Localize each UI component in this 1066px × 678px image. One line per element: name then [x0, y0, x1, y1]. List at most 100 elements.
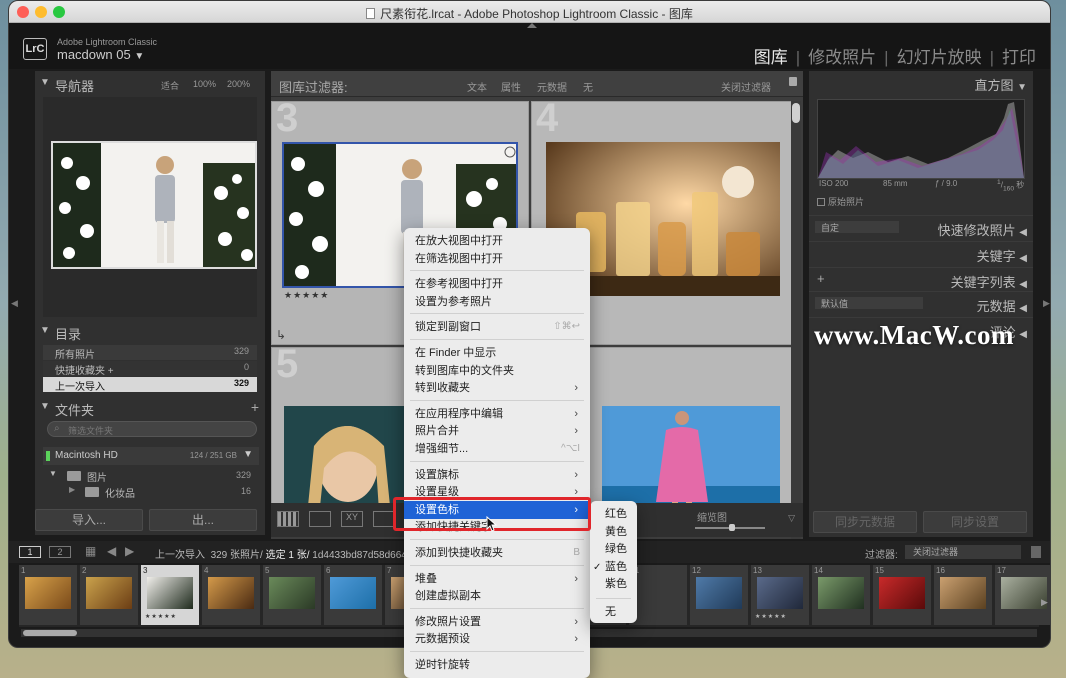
keyword-list-header[interactable]: + 关键字列表 ◀	[809, 267, 1033, 290]
secondary-window-button[interactable]: 2	[49, 546, 71, 558]
folders-header[interactable]: ▼ 文件夹 +	[35, 399, 265, 419]
lock-icon[interactable]	[789, 77, 797, 86]
quick-develop-preset-select[interactable]: 自定	[815, 221, 899, 233]
filter-preset-select[interactable]: 关闭过滤器	[905, 545, 1021, 559]
filmstrip-thumbnail[interactable]: 11	[629, 565, 687, 625]
filter-text-option[interactable]: 文本	[467, 79, 487, 94]
catalog-item-quick-collection[interactable]: 快捷收藏夹 + 0	[43, 361, 257, 377]
context-menu-item[interactable]: 堆叠 ›	[404, 570, 590, 588]
filmstrip-thumbnail[interactable]: 14	[812, 565, 870, 625]
context-menu-item[interactable]: 逆时针旋转	[404, 656, 590, 674]
add-keyword-button[interactable]: +	[817, 271, 825, 286]
context-menu-item[interactable]: 设置旗标 ›	[404, 466, 590, 484]
context-menu-item[interactable]: 转到收藏夹 ›	[404, 379, 590, 397]
context-menu-item[interactable]: 在参考视图中打开	[404, 275, 590, 293]
filmstrip-thumbnail[interactable]: 12	[690, 565, 748, 625]
forward-arrow-icon[interactable]: ▶	[125, 544, 134, 558]
quick-develop-header[interactable]: 自定 快速修改照片 ◀	[809, 215, 1033, 238]
catalog-item-all-photos[interactable]: 所有照片 329	[43, 345, 257, 361]
context-menu-item[interactable]: 照片合并 ›	[404, 422, 590, 440]
module-print[interactable]: 打印	[1002, 43, 1036, 68]
navigator-preview[interactable]	[51, 141, 257, 269]
color-label-option[interactable]: 红色	[590, 506, 637, 523]
context-menu-item[interactable]: 增强细节... ^⌥I	[404, 440, 590, 458]
original-photo-toggle[interactable]: 原始照片	[817, 195, 1017, 207]
filter-switch-icon[interactable]	[1031, 546, 1041, 558]
metadata-header[interactable]: 默认值 元数据 ◀	[809, 291, 1033, 314]
color-label-option[interactable]: 紫色	[590, 576, 637, 593]
add-folder-button[interactable]: +	[251, 399, 259, 415]
metadata-preset-select[interactable]: 默认值	[815, 297, 923, 309]
loupe-view-icon[interactable]	[309, 511, 331, 527]
filmstrip-thumbnail[interactable]: 13 ★★★★★	[751, 565, 809, 625]
histogram-chart[interactable]	[817, 99, 1025, 179]
close-filter-select[interactable]: 关闭过滤器	[721, 79, 771, 94]
thumbnail-size-slider[interactable]	[695, 524, 765, 531]
filmstrip-scroll-right-icon[interactable]: ▶	[1041, 597, 1048, 608]
export-button[interactable]: 出...	[149, 509, 257, 531]
back-arrow-icon[interactable]: ◀	[107, 544, 116, 558]
toolbar-menu-icon[interactable]: ▽	[788, 513, 795, 524]
keywording-header[interactable]: 关键字 ◀	[809, 241, 1033, 264]
scrollbar-thumb[interactable]	[792, 103, 800, 123]
zoom-200-option[interactable]: 200%	[227, 79, 250, 89]
catalog-item-previous-import[interactable]: 上一次导入 329	[43, 377, 257, 393]
sync-metadata-button[interactable]: 同步元数据	[813, 511, 917, 533]
filmstrip-thumbnail[interactable]: 17	[995, 565, 1050, 625]
filmstrip-thumbnail[interactable]: 3 ★★★★★	[141, 565, 199, 625]
color-label-option[interactable]: 绿色	[590, 541, 637, 558]
compare-view-icon[interactable]: XY	[341, 511, 363, 527]
filmstrip-thumbnail[interactable]: 5	[263, 565, 321, 625]
filmstrip-thumbnail[interactable]: 2	[80, 565, 138, 625]
context-menu-item[interactable]: 设置为参考照片	[404, 293, 590, 311]
filmstrip-thumbnail[interactable]: 16	[934, 565, 992, 625]
survey-view-icon[interactable]	[373, 511, 395, 527]
catalog-name[interactable]: macdown 05 ▼	[57, 47, 144, 62]
context-menu-item[interactable]: 在筛选视图中打开	[404, 250, 590, 268]
color-label-option[interactable]: 无	[590, 604, 637, 621]
catalog-header[interactable]: ▼ 目录	[35, 323, 265, 343]
grid-icon[interactable]: ▦	[85, 544, 96, 558]
context-menu-item[interactable]: 创建虚拟副本	[404, 587, 590, 605]
color-label-option[interactable]: ✓ 蓝色	[590, 559, 637, 576]
context-menu-item[interactable]: 在 Finder 中显示	[404, 344, 590, 362]
module-slideshow[interactable]: 幻灯片放映	[897, 43, 982, 68]
grid-view-icon[interactable]	[277, 511, 299, 527]
module-develop[interactable]: 修改照片	[808, 43, 876, 68]
histogram-header[interactable]: 直方图 ▼	[809, 75, 1033, 95]
zoom-100-option[interactable]: 100%	[193, 79, 216, 89]
navigator-header[interactable]: ▼ 导航器 适合 100% 200%	[35, 75, 265, 95]
folder-item-pictures[interactable]: ▼ 图片 329	[43, 469, 259, 484]
context-menu-item[interactable]: 转到图库中的文件夹	[404, 362, 590, 380]
filmstrip-source-text[interactable]: 上一次导入 329 张照片/ 选定 1 张/ 1d4433bd87d58d664	[155, 546, 407, 561]
primary-window-button[interactable]: 1	[19, 546, 41, 558]
context-menu-item[interactable]: 元数据预设 ›	[404, 630, 590, 648]
filmstrip-thumbnail[interactable]: 4	[202, 565, 260, 625]
left-panel-toggle-icon[interactable]: ◀	[11, 298, 18, 309]
filter-metadata-option[interactable]: 元数据	[537, 79, 567, 94]
filter-attribute-option[interactable]: 属性	[501, 79, 521, 94]
slider-thumb[interactable]	[729, 524, 735, 531]
context-menu-item[interactable]: 在放大视图中打开	[404, 232, 590, 250]
right-panel-toggle-icon[interactable]: ▶	[1043, 298, 1050, 309]
folder-search-field[interactable]: ⌕ 筛选文件夹	[47, 421, 257, 437]
rotate-icon[interactable]: ↳	[276, 328, 286, 342]
volume-bar[interactable]: Macintosh HD 124 / 251 GB ▼	[43, 447, 259, 465]
filmstrip-thumbnail[interactable]: 1	[19, 565, 77, 625]
color-label-option[interactable]: 黄色	[590, 524, 637, 541]
module-library[interactable]: 图库	[754, 43, 788, 68]
filmstrip-thumbnail[interactable]: 6	[324, 565, 382, 625]
folder-item-cosmetics[interactable]: ▶ 化妆品 16	[43, 485, 259, 500]
context-menu-item[interactable]: 锁定到副窗口 ⇧⌘↩	[404, 318, 590, 336]
chevron-down-icon[interactable]: ▼	[243, 449, 253, 460]
grid-scrollbar[interactable]	[791, 101, 801, 539]
filmstrip-thumbnail[interactable]: 15	[873, 565, 931, 625]
context-menu-item[interactable]: 修改照片设置 ›	[404, 613, 590, 631]
top-panel-toggle-icon[interactable]	[527, 23, 537, 28]
star-rating[interactable]: ★★★★★	[284, 290, 329, 301]
zoom-fit-option[interactable]: 适合	[161, 79, 179, 92]
context-menu-item[interactable]: 添加到快捷收藏夹 B	[404, 544, 590, 562]
scrollbar-thumb[interactable]	[23, 630, 77, 636]
context-menu-item[interactable]: 在应用程序中编辑 ›	[404, 405, 590, 423]
import-button[interactable]: 导入...	[35, 509, 143, 531]
